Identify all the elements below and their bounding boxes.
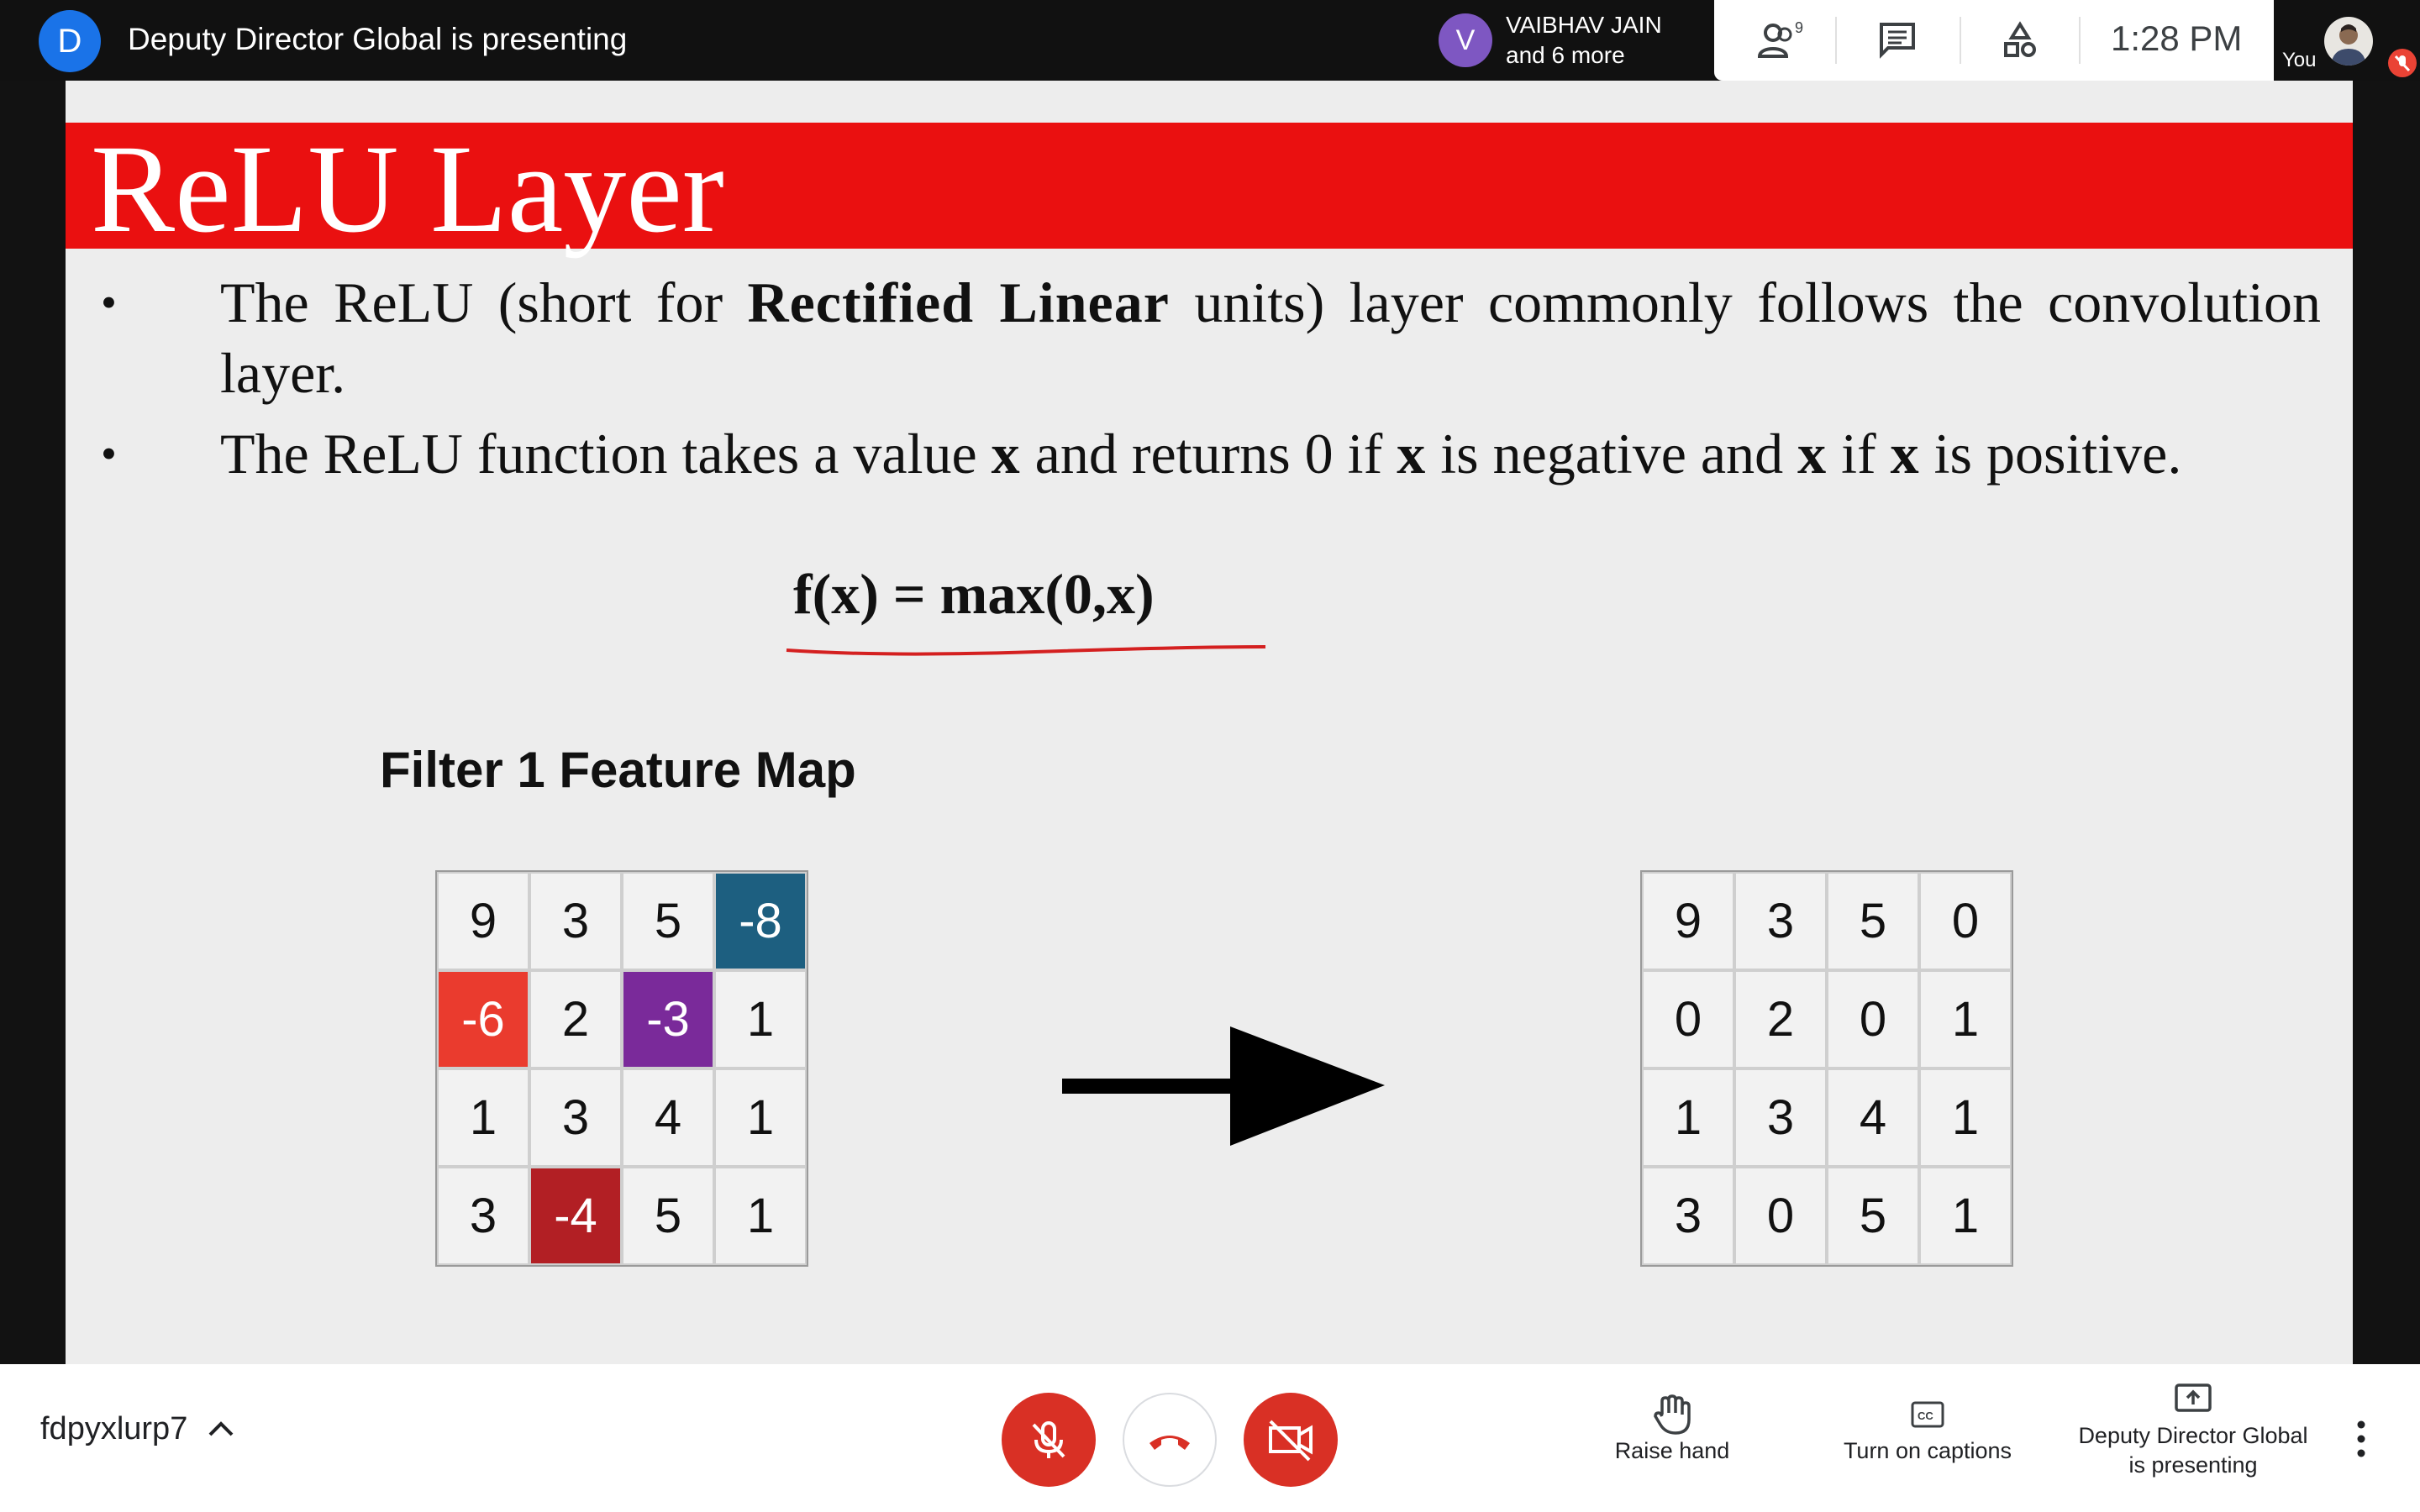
captions-label: Turn on captions	[1843, 1438, 2012, 1463]
chevron-up-icon[interactable]	[207, 1416, 235, 1440]
slide-title: ReLU Layer	[91, 119, 724, 259]
presenter-status: Deputy Director Global is presenting	[128, 22, 628, 56]
grid-cell: 3	[1734, 872, 1827, 970]
grid-cell: 5	[622, 1167, 714, 1265]
grid-cell: -4	[529, 1167, 622, 1265]
grid-cell: 4	[622, 1068, 714, 1167]
grid-cell: 3	[529, 1068, 622, 1167]
self-view-tile[interactable]: You	[2274, 0, 2420, 81]
grid-cell: -6	[437, 970, 529, 1068]
grid-cell: -3	[622, 970, 714, 1068]
presenter-avatar: D	[39, 10, 101, 72]
svg-text:CC: CC	[1918, 1410, 1933, 1422]
grid-cell: 1	[1919, 1068, 2012, 1167]
grid-cell: 2	[529, 970, 622, 1068]
feature-map-title: Filter 1 Feature Map	[380, 742, 856, 798]
grid-cell: 4	[1827, 1068, 1919, 1167]
divider	[1960, 17, 1961, 64]
grid-cell: 5	[622, 872, 714, 970]
hand-icon	[1605, 1391, 1739, 1438]
grid-cell: 1	[1919, 970, 2012, 1068]
camera-toggle-button[interactable]	[1244, 1393, 1338, 1487]
hang-up-icon	[1150, 1436, 1190, 1450]
presenting-label-line2: is presenting	[2128, 1452, 2258, 1478]
clock: 1:28 PM	[2111, 18, 2243, 58]
participant-name: VAIBHAV JAIN	[1506, 12, 1662, 38]
people-count: 9	[1795, 19, 1803, 36]
meeting-code[interactable]: fdpyxlurp7	[40, 1411, 187, 1447]
self-label: You	[2282, 49, 2317, 71]
grid-cell: 3	[529, 872, 622, 970]
grid-cell: 1	[714, 1068, 807, 1167]
people-icon[interactable]: 9	[1756, 15, 1807, 66]
camera-off-icon	[1269, 1420, 1313, 1462]
bullet-2-text: The ReLU function takes a value x and re…	[220, 422, 2182, 486]
relu-formula: f(x) = max(0,x)	[793, 562, 1155, 626]
participant-avatar: V	[1439, 13, 1492, 67]
grid-cell: 3	[437, 1167, 529, 1265]
presenting-button[interactable]: Deputy Director Global is presenting	[2067, 1376, 2319, 1478]
grid-cell: -8	[714, 872, 807, 970]
grid-cell: 3	[1642, 1167, 1734, 1265]
output-feature-map: 9350020113413051	[1640, 870, 2013, 1267]
grid-cell: 9	[1642, 872, 1734, 970]
leave-call-button[interactable]	[1123, 1393, 1217, 1487]
grid-cell: 9	[437, 872, 529, 970]
grid-cell: 2	[1734, 970, 1827, 1068]
grid-cell: 1	[1642, 1068, 1734, 1167]
more-options-icon[interactable]	[2353, 1418, 2370, 1460]
mic-toggle-button[interactable]	[1002, 1393, 1096, 1487]
bottom-bar: fdpyxlurp7 Raise hand CC Turn on caption…	[0, 1364, 2420, 1512]
divider	[1835, 17, 1837, 64]
grid-cell: 5	[1827, 1167, 1919, 1265]
grid-cell: 5	[1827, 872, 1919, 970]
bullet-dot: •	[101, 277, 117, 328]
grid-cell: 1	[1919, 1167, 2012, 1265]
divider	[2079, 17, 2081, 64]
grid-cell: 0	[1827, 970, 1919, 1068]
captions-button[interactable]: CC Turn on captions	[1828, 1391, 2027, 1464]
participant-more-count: and 6 more	[1506, 42, 1625, 68]
raise-hand-label: Raise hand	[1614, 1438, 1730, 1463]
present-screen-icon	[2067, 1376, 2319, 1423]
top-bar: D Deputy Director Global is presenting V…	[0, 0, 2420, 81]
presenting-label-line1: Deputy Director Global	[2078, 1423, 2308, 1448]
bullet-1-text: The ReLU (short for Rectified Linear uni…	[220, 270, 2321, 405]
raise-hand-button[interactable]: Raise hand	[1605, 1391, 1739, 1464]
grid-cell: 3	[1734, 1068, 1827, 1167]
formula-underline	[786, 645, 1266, 656]
input-feature-map: 9 3 5 -8 -6 2 -3 1 1 3 4 1 3 -4 5 1	[435, 870, 808, 1267]
grid-cell: 1	[714, 1167, 807, 1265]
grid-cell: 1	[714, 970, 807, 1068]
chat-icon[interactable]	[1872, 15, 1923, 66]
title-band: ReLU Layer	[66, 119, 2353, 259]
bullet-dot: •	[101, 428, 117, 479]
captions-icon: CC	[1828, 1391, 2027, 1438]
mic-off-badge-icon	[2388, 49, 2417, 77]
grid-cell: 0	[1919, 872, 2012, 970]
participant-chip[interactable]: V VAIBHAV JAIN and 6 more	[1428, 0, 1714, 81]
arrow-icon	[1062, 1026, 1385, 1146]
activities-icon[interactable]	[1995, 15, 2045, 66]
grid-cell: 0	[1642, 970, 1734, 1068]
grid-cell: 1	[437, 1068, 529, 1167]
self-avatar	[2324, 17, 2373, 66]
grid-cell: 0	[1734, 1167, 1827, 1265]
mic-off-icon	[1032, 1421, 1065, 1458]
presentation-slide: ReLU Layer • The ReLU (short for Rectifi…	[66, 81, 2353, 1364]
